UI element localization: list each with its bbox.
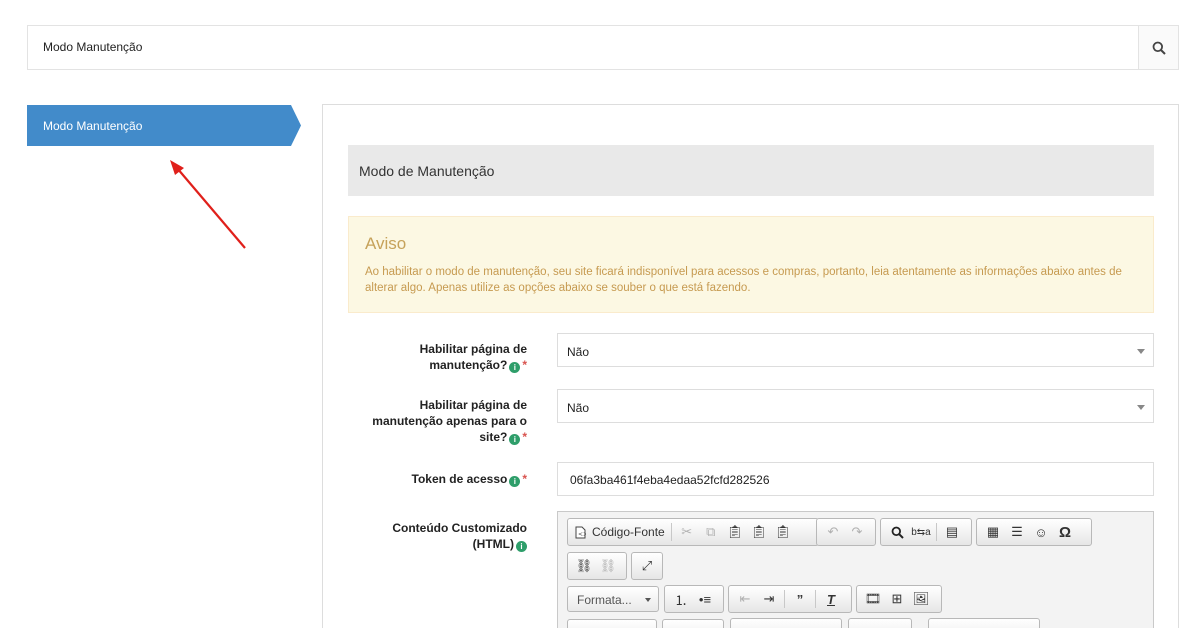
maintenance-label-line1: Habilitar página de: [419, 342, 527, 356]
search-button[interactable]: [1138, 26, 1178, 69]
image-icon[interactable]: 🖼︎: [909, 588, 933, 610]
annotation-arrow: [170, 160, 246, 249]
toolbar-group-undo: ↶ ↷: [816, 518, 876, 546]
toolbar-group-media: 🎞︎ ⊞ 🖼︎: [856, 585, 942, 613]
toolbar-group-clipboard: <> Código-Fonte ✂ ⧉ 📋︎ 📋︎ 📋︎: [567, 518, 819, 546]
link-icon[interactable]: ⛓: [572, 555, 596, 577]
toolbar-separator: [784, 590, 785, 608]
select-all-icon[interactable]: ▤: [940, 521, 964, 543]
paste-word-icon[interactable]: 📋︎: [771, 521, 795, 543]
info-icon[interactable]: i: [509, 434, 521, 445]
toolbar-group-maximize: ⤢: [631, 552, 663, 580]
sidebar-item-modo-manutencao[interactable]: Modo Manutenção: [27, 105, 301, 146]
size-dropdown[interactable]: [662, 619, 724, 628]
undo-icon[interactable]: ↶: [821, 521, 845, 543]
special-char-icon[interactable]: Ω: [1053, 521, 1077, 543]
smiley-icon[interactable]: ☺: [1029, 521, 1053, 543]
alert-text: Ao habilitar o modo de manutenção, seu s…: [365, 266, 1122, 294]
unlink-icon[interactable]: ⛓: [596, 555, 620, 577]
info-icon[interactable]: i: [509, 476, 521, 487]
token-label-text: Token de acesso: [411, 472, 508, 486]
table-icon[interactable]: ▦: [981, 521, 1005, 543]
maintenance-select[interactable]: Não: [557, 333, 1154, 367]
iframe-icon[interactable]: ⊞: [885, 588, 909, 610]
chevron-down-icon: [1137, 349, 1145, 354]
video-icon[interactable]: 🎞︎: [861, 588, 885, 610]
toolbar-group-indent: ⇤ ⇥ ” T: [728, 585, 852, 613]
blockquote-icon[interactable]: ”: [788, 588, 812, 610]
source-icon[interactable]: <>: [572, 521, 588, 543]
section-title: Modo de Manutenção: [359, 163, 495, 179]
redo-icon[interactable]: ↷: [845, 521, 869, 543]
toolbar-group-insert: ▦ ☰ ☺ Ω: [976, 518, 1092, 546]
copy-icon[interactable]: ⧉: [699, 521, 723, 543]
outdent-icon[interactable]: ⇤: [733, 588, 757, 610]
chevron-down-icon: [645, 598, 651, 602]
toolbar-group-colors: [848, 618, 912, 628]
maintenance-site-label-line3: site?: [479, 430, 508, 444]
maximize-icon[interactable]: ⤢: [636, 555, 658, 577]
toolbar-group-text-style: [730, 618, 842, 628]
maintenance-site-label: Habilitar página de manutenção apenas pa…: [372, 397, 527, 445]
info-icon[interactable]: i: [509, 362, 521, 373]
warning-alert: Aviso Ao habilitar o modo de manutenção,…: [348, 216, 1154, 313]
required-marker: *: [522, 430, 527, 444]
maintenance-label: Habilitar página de manutenção? i *: [420, 341, 527, 373]
toolbar-group-link: ⛓ ⛓: [567, 552, 627, 580]
token-input[interactable]: 06fa3ba461f4eba4edaa52fcfd282526: [557, 462, 1154, 496]
toolbar-separator: [815, 590, 816, 608]
section-header: Modo de Manutenção: [348, 145, 1154, 196]
html-content-label: Conteúdo Customizado (HTML) i: [392, 520, 527, 552]
bulleted-list-icon[interactable]: •≡: [693, 588, 717, 610]
html-content-label-line1: Conteúdo Customizado: [392, 521, 527, 535]
required-marker: *: [522, 358, 527, 372]
search-input[interactable]: Modo Manutenção: [43, 40, 142, 54]
paste-text-icon[interactable]: 📋︎: [747, 521, 771, 543]
token-label: Token de acesso i *: [411, 471, 527, 487]
format-dropdown-label: Formata...: [577, 593, 632, 607]
toolbar-group-align: [928, 618, 1040, 628]
html-editor[interactable]: <> Código-Fonte ✂ ⧉ 📋︎ 📋︎ 📋︎ ↶ ↷ b⇆a ▤ ▦…: [557, 511, 1154, 628]
source-button[interactable]: Código-Fonte: [592, 525, 665, 539]
font-dropdown[interactable]: [567, 619, 657, 628]
sidebar-item-label: Modo Manutenção: [43, 119, 143, 133]
search-bar[interactable]: Modo Manutenção: [27, 25, 1179, 70]
horizontal-rule-icon[interactable]: ☰: [1005, 521, 1029, 543]
toolbar-separator: [670, 523, 672, 541]
maintenance-site-select[interactable]: Não: [557, 389, 1154, 423]
cut-icon[interactable]: ✂: [675, 521, 699, 543]
required-marker: *: [522, 472, 527, 486]
format-dropdown[interactable]: Formata...: [567, 586, 659, 612]
html-content-label-line2: (HTML): [472, 537, 514, 551]
toolbar-group-find: b⇆a ▤: [880, 518, 972, 546]
maintenance-select-value: Não: [567, 345, 590, 359]
token-value: 06fa3ba461f4eba4edaa52fcfd282526: [570, 473, 770, 487]
chevron-down-icon: [1137, 405, 1145, 410]
numbered-list-icon[interactable]: ⒈: [669, 588, 693, 610]
search-icon: [1152, 41, 1166, 55]
alert-title: Aviso: [365, 234, 407, 253]
find-icon[interactable]: [885, 521, 909, 543]
info-icon[interactable]: i: [516, 541, 527, 552]
main-panel: Modo de Manutenção Aviso Ao habilitar o …: [322, 104, 1179, 628]
toolbar-separator: [936, 523, 937, 541]
indent-icon[interactable]: ⇥: [757, 588, 781, 610]
remove-format-icon[interactable]: T: [819, 588, 843, 610]
svg-text:<>: <>: [578, 531, 586, 538]
maintenance-site-label-line1: Habilitar página de: [419, 398, 527, 412]
replace-icon[interactable]: b⇆a: [909, 521, 933, 543]
maintenance-site-select-value: Não: [567, 401, 590, 415]
maintenance-label-line2: manutenção?: [429, 358, 508, 372]
maintenance-site-label-line2: manutenção apenas para o: [372, 414, 527, 428]
toolbar-group-lists: ⒈ •≡: [664, 585, 724, 613]
paste-icon[interactable]: 📋︎: [723, 521, 747, 543]
